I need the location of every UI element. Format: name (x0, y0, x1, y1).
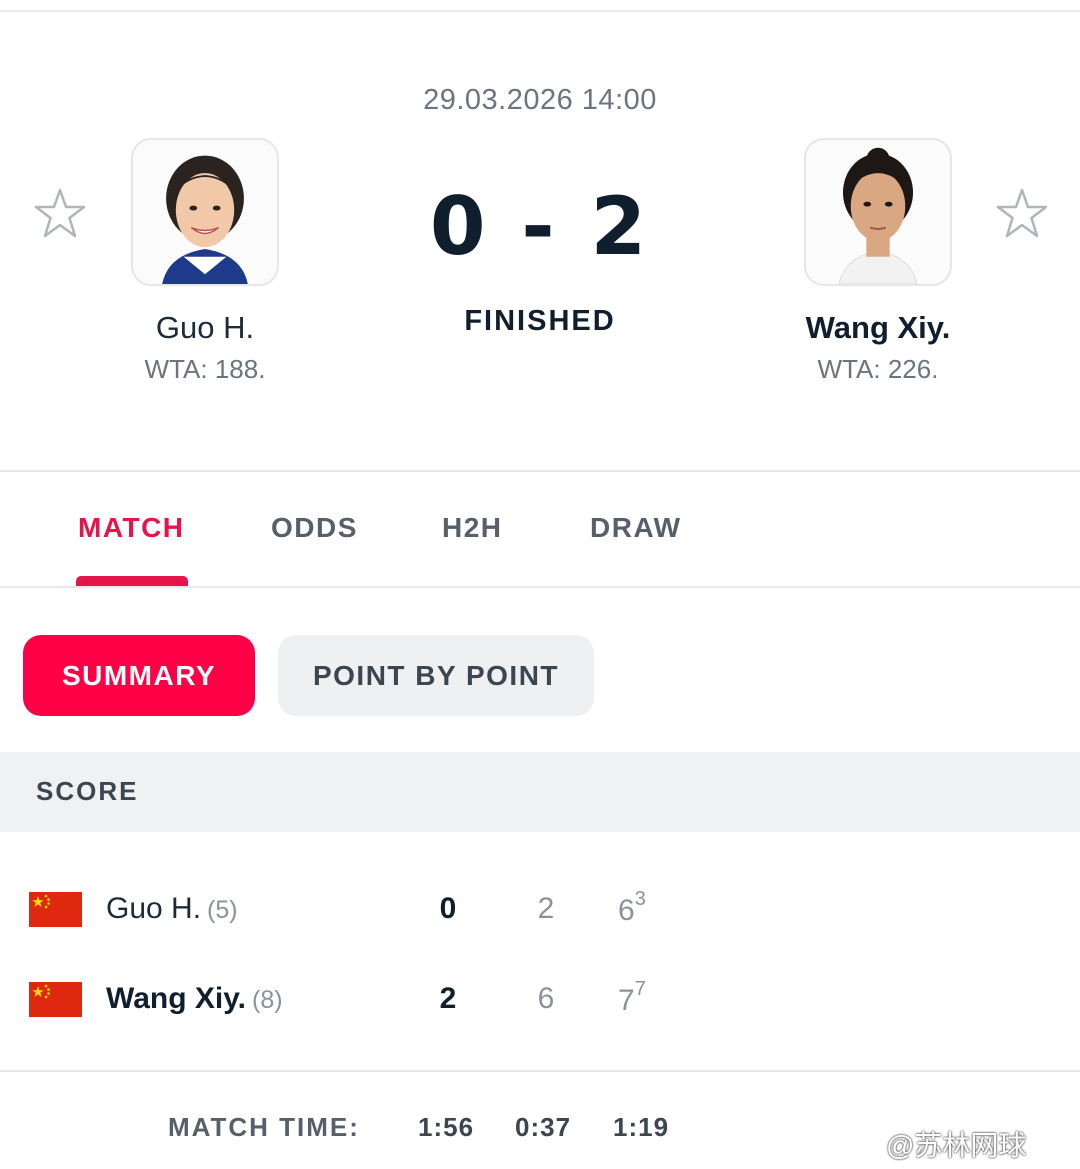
match-time-total: 1:56 (418, 1112, 475, 1142)
tab-match[interactable]: MATCH (78, 512, 185, 544)
home-row-name-text: Guo H. (106, 892, 202, 925)
china-flag-icon (29, 892, 82, 927)
favorite-star-icon-away[interactable] (994, 186, 1050, 242)
away-player-name[interactable]: Wang Xiy. (728, 310, 1028, 346)
away-player-avatar[interactable] (804, 138, 952, 286)
summary-button[interactable]: SUMMARY (23, 635, 255, 716)
away-set1-games: 6 (537, 982, 555, 1015)
tab-odds[interactable]: ODDS (271, 512, 358, 544)
home-seed: (5) (207, 896, 238, 924)
point-by-point-button[interactable]: POINT BY POINT (278, 635, 594, 716)
away-row-name: Wang Xiy. (8) (106, 982, 283, 1016)
player-photo-icon (133, 140, 277, 284)
home-player-name[interactable]: Guo H. (55, 310, 355, 346)
home-player-rank: WTA: 188. (144, 354, 266, 384)
away-set2-value: 7 (618, 984, 635, 1017)
watermark: @苏林网球 (886, 1130, 1027, 1161)
home-set1-games: 2 (537, 892, 555, 925)
away-set2-tiebreak: 7 (634, 978, 646, 1000)
match-datetime: 29.03.2026 14:00 (423, 84, 657, 116)
score-section-header: SCORE (0, 752, 1080, 832)
match-status: FINISHED (464, 305, 616, 337)
away-player-rank: WTA: 226. (817, 354, 939, 384)
score-divider (0, 1070, 1080, 1072)
tab-h2h[interactable]: H2H (442, 512, 503, 544)
away-seed: (8) (252, 986, 283, 1014)
home-set2-value: 6 (618, 894, 635, 927)
home-score-row[interactable]: Guo H. (5) 0 2 63 (0, 880, 1080, 940)
active-tab-indicator (76, 576, 188, 586)
home-set2-games: 63 (618, 888, 670, 928)
tabs-divider (0, 586, 1080, 588)
match-time-set2: 1:19 (613, 1112, 670, 1142)
away-set2-games: 77 (618, 978, 670, 1018)
home-sets-won: 0 (439, 892, 457, 925)
away-score-row[interactable]: Wang Xiy. (8) 2 6 77 (0, 970, 1080, 1030)
tab-draw[interactable]: DRAW (590, 512, 682, 544)
player-photo-icon (806, 140, 950, 284)
away-row-name-text: Wang Xiy. (106, 982, 247, 1015)
score-section-title: SCORE (36, 776, 139, 806)
match-score: 0 - 2 (429, 180, 651, 273)
match-time-set1: 0:37 (515, 1112, 572, 1142)
away-sets-won: 2 (439, 982, 457, 1015)
favorite-star-icon-home[interactable] (32, 186, 88, 242)
home-player-avatar[interactable] (131, 138, 279, 286)
top-divider (0, 10, 1080, 12)
home-row-name: Guo H. (5) (106, 892, 238, 926)
header-divider (0, 470, 1080, 472)
china-flag-icon (29, 982, 82, 1017)
home-set2-tiebreak: 3 (634, 888, 646, 910)
match-time-label: MATCH TIME: (168, 1112, 360, 1142)
